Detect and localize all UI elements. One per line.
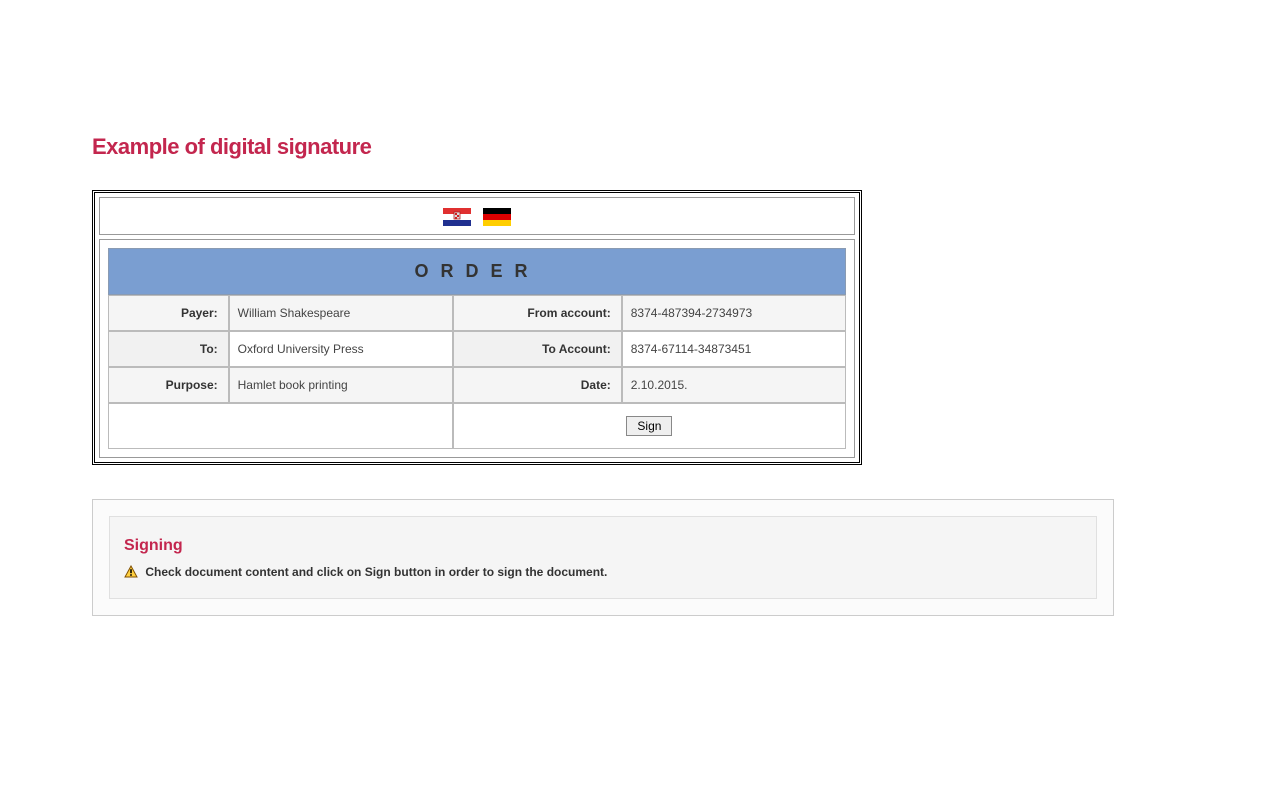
to-account-label: To Account: [453,331,622,367]
purpose-label: Purpose: [108,367,229,403]
order-form: ORDER Payer: William Shakespeare From ac… [99,239,855,458]
signing-panel: Signing Check document content and click… [92,499,1114,616]
warning-icon [124,565,138,579]
language-flags-bar [99,197,855,235]
croatia-flag-icon[interactable] [443,208,471,226]
sign-button[interactable]: Sign [626,416,672,436]
from-account-value: 8374-487394-2734973 [622,295,846,331]
to-label: To: [108,331,229,367]
signing-heading: Signing [124,537,1082,555]
date-value: 2.10.2015. [622,367,846,403]
sign-cell: Sign [453,403,846,449]
purpose-value: Hamlet book printing [229,367,453,403]
empty-cell [108,403,453,449]
signing-message-row: Check document content and click on Sign… [124,565,1082,580]
from-account-label: From account: [453,295,622,331]
page-title: Example of digital signature [92,134,1092,160]
to-account-value: 8374-67114-34873451 [622,331,846,367]
payer-label: Payer: [108,295,229,331]
to-value: Oxford University Press [229,331,453,367]
date-label: Date: [453,367,622,403]
payer-value: William Shakespeare [229,295,453,331]
signing-inner: Signing Check document content and click… [109,516,1097,599]
signing-message: Check document content and click on Sign… [145,565,607,579]
order-title: ORDER [108,248,846,295]
order-container: ORDER Payer: William Shakespeare From ac… [92,190,862,465]
germany-flag-icon[interactable] [483,208,511,226]
